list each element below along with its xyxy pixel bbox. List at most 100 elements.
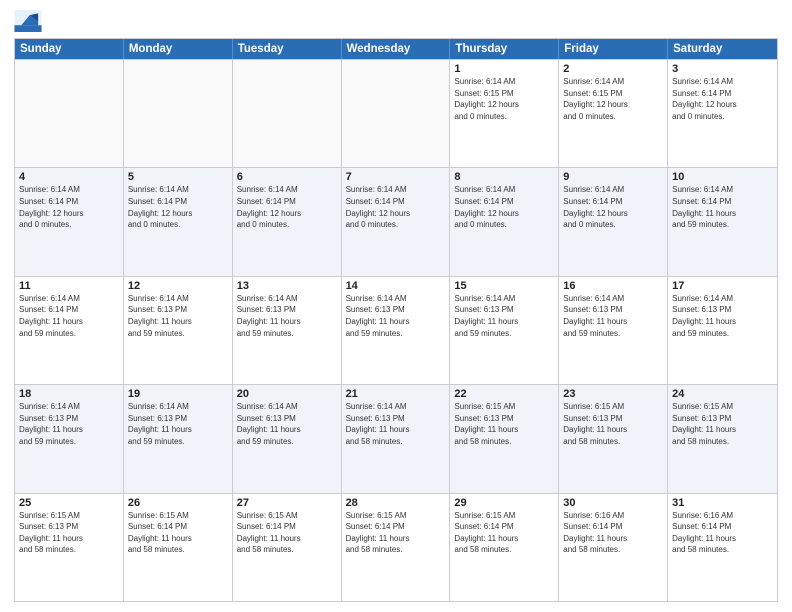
day-number: 10 xyxy=(672,171,773,183)
day-header-saturday: Saturday xyxy=(668,39,777,59)
day-info: Sunrise: 6:15 AM Sunset: 6:13 PM Dayligh… xyxy=(672,401,773,447)
day-header-sunday: Sunday xyxy=(15,39,124,59)
day-number: 26 xyxy=(128,497,228,509)
cal-cell: 16Sunrise: 6:14 AM Sunset: 6:13 PM Dayli… xyxy=(559,277,668,384)
day-number: 30 xyxy=(563,497,663,509)
day-info: Sunrise: 6:15 AM Sunset: 6:14 PM Dayligh… xyxy=(128,510,228,556)
day-info: Sunrise: 6:14 AM Sunset: 6:13 PM Dayligh… xyxy=(563,293,663,339)
week-row-5: 25Sunrise: 6:15 AM Sunset: 6:13 PM Dayli… xyxy=(15,493,777,601)
day-number: 3 xyxy=(672,63,773,75)
week-row-3: 11Sunrise: 6:14 AM Sunset: 6:14 PM Dayli… xyxy=(15,276,777,384)
day-info: Sunrise: 6:14 AM Sunset: 6:13 PM Dayligh… xyxy=(346,293,446,339)
cal-cell: 25Sunrise: 6:15 AM Sunset: 6:13 PM Dayli… xyxy=(15,494,124,601)
day-number: 13 xyxy=(237,280,337,292)
day-header-friday: Friday xyxy=(559,39,668,59)
day-number: 8 xyxy=(454,171,554,183)
day-info: Sunrise: 6:14 AM Sunset: 6:14 PM Dayligh… xyxy=(563,184,663,230)
cal-cell: 28Sunrise: 6:15 AM Sunset: 6:14 PM Dayli… xyxy=(342,494,451,601)
day-info: Sunrise: 6:15 AM Sunset: 6:13 PM Dayligh… xyxy=(19,510,119,556)
day-info: Sunrise: 6:15 AM Sunset: 6:14 PM Dayligh… xyxy=(346,510,446,556)
day-info: Sunrise: 6:14 AM Sunset: 6:14 PM Dayligh… xyxy=(19,293,119,339)
cal-cell: 30Sunrise: 6:16 AM Sunset: 6:14 PM Dayli… xyxy=(559,494,668,601)
day-number: 23 xyxy=(563,388,663,400)
cal-cell: 24Sunrise: 6:15 AM Sunset: 6:13 PM Dayli… xyxy=(668,385,777,492)
day-info: Sunrise: 6:14 AM Sunset: 6:13 PM Dayligh… xyxy=(237,401,337,447)
cal-cell xyxy=(342,60,451,167)
day-number: 31 xyxy=(672,497,773,509)
day-number: 22 xyxy=(454,388,554,400)
day-info: Sunrise: 6:14 AM Sunset: 6:13 PM Dayligh… xyxy=(128,401,228,447)
day-number: 5 xyxy=(128,171,228,183)
day-info: Sunrise: 6:14 AM Sunset: 6:15 PM Dayligh… xyxy=(454,76,554,122)
day-number: 24 xyxy=(672,388,773,400)
day-number: 1 xyxy=(454,63,554,75)
day-number: 25 xyxy=(19,497,119,509)
cal-cell: 22Sunrise: 6:15 AM Sunset: 6:13 PM Dayli… xyxy=(450,385,559,492)
cal-cell: 26Sunrise: 6:15 AM Sunset: 6:14 PM Dayli… xyxy=(124,494,233,601)
day-number: 29 xyxy=(454,497,554,509)
cal-cell: 13Sunrise: 6:14 AM Sunset: 6:13 PM Dayli… xyxy=(233,277,342,384)
day-info: Sunrise: 6:14 AM Sunset: 6:14 PM Dayligh… xyxy=(128,184,228,230)
day-number: 15 xyxy=(454,280,554,292)
logo xyxy=(14,10,46,32)
cal-cell: 14Sunrise: 6:14 AM Sunset: 6:13 PM Dayli… xyxy=(342,277,451,384)
cal-cell xyxy=(15,60,124,167)
day-info: Sunrise: 6:14 AM Sunset: 6:14 PM Dayligh… xyxy=(346,184,446,230)
day-header-thursday: Thursday xyxy=(450,39,559,59)
cal-cell: 27Sunrise: 6:15 AM Sunset: 6:14 PM Dayli… xyxy=(233,494,342,601)
cal-cell: 3Sunrise: 6:14 AM Sunset: 6:14 PM Daylig… xyxy=(668,60,777,167)
day-number: 12 xyxy=(128,280,228,292)
cal-cell: 6Sunrise: 6:14 AM Sunset: 6:14 PM Daylig… xyxy=(233,168,342,275)
day-info: Sunrise: 6:14 AM Sunset: 6:14 PM Dayligh… xyxy=(672,76,773,122)
logo-icon xyxy=(14,10,42,32)
day-number: 2 xyxy=(563,63,663,75)
cal-cell: 10Sunrise: 6:14 AM Sunset: 6:14 PM Dayli… xyxy=(668,168,777,275)
cal-cell: 17Sunrise: 6:14 AM Sunset: 6:13 PM Dayli… xyxy=(668,277,777,384)
day-info: Sunrise: 6:14 AM Sunset: 6:14 PM Dayligh… xyxy=(454,184,554,230)
page: SundayMondayTuesdayWednesdayThursdayFrid… xyxy=(0,0,792,612)
day-info: Sunrise: 6:15 AM Sunset: 6:14 PM Dayligh… xyxy=(454,510,554,556)
day-number: 4 xyxy=(19,171,119,183)
day-number: 11 xyxy=(19,280,119,292)
day-number: 19 xyxy=(128,388,228,400)
week-row-2: 4Sunrise: 6:14 AM Sunset: 6:14 PM Daylig… xyxy=(15,167,777,275)
day-info: Sunrise: 6:14 AM Sunset: 6:13 PM Dayligh… xyxy=(19,401,119,447)
cal-cell: 19Sunrise: 6:14 AM Sunset: 6:13 PM Dayli… xyxy=(124,385,233,492)
cal-cell: 2Sunrise: 6:14 AM Sunset: 6:15 PM Daylig… xyxy=(559,60,668,167)
cal-cell: 29Sunrise: 6:15 AM Sunset: 6:14 PM Dayli… xyxy=(450,494,559,601)
day-number: 21 xyxy=(346,388,446,400)
cal-cell: 8Sunrise: 6:14 AM Sunset: 6:14 PM Daylig… xyxy=(450,168,559,275)
day-info: Sunrise: 6:14 AM Sunset: 6:13 PM Dayligh… xyxy=(346,401,446,447)
day-info: Sunrise: 6:14 AM Sunset: 6:14 PM Dayligh… xyxy=(19,184,119,230)
day-info: Sunrise: 6:14 AM Sunset: 6:13 PM Dayligh… xyxy=(454,293,554,339)
cal-cell: 18Sunrise: 6:14 AM Sunset: 6:13 PM Dayli… xyxy=(15,385,124,492)
day-number: 27 xyxy=(237,497,337,509)
week-row-4: 18Sunrise: 6:14 AM Sunset: 6:13 PM Dayli… xyxy=(15,384,777,492)
day-info: Sunrise: 6:15 AM Sunset: 6:13 PM Dayligh… xyxy=(454,401,554,447)
cal-cell: 31Sunrise: 6:16 AM Sunset: 6:14 PM Dayli… xyxy=(668,494,777,601)
day-number: 17 xyxy=(672,280,773,292)
cal-cell xyxy=(233,60,342,167)
day-info: Sunrise: 6:14 AM Sunset: 6:13 PM Dayligh… xyxy=(128,293,228,339)
day-info: Sunrise: 6:14 AM Sunset: 6:14 PM Dayligh… xyxy=(672,184,773,230)
day-info: Sunrise: 6:14 AM Sunset: 6:13 PM Dayligh… xyxy=(672,293,773,339)
day-number: 16 xyxy=(563,280,663,292)
calendar-body: 1Sunrise: 6:14 AM Sunset: 6:15 PM Daylig… xyxy=(15,59,777,601)
header xyxy=(14,10,778,32)
day-info: Sunrise: 6:14 AM Sunset: 6:15 PM Dayligh… xyxy=(563,76,663,122)
cal-cell xyxy=(124,60,233,167)
cal-cell: 7Sunrise: 6:14 AM Sunset: 6:14 PM Daylig… xyxy=(342,168,451,275)
cal-cell: 20Sunrise: 6:14 AM Sunset: 6:13 PM Dayli… xyxy=(233,385,342,492)
day-info: Sunrise: 6:16 AM Sunset: 6:14 PM Dayligh… xyxy=(563,510,663,556)
day-number: 14 xyxy=(346,280,446,292)
cal-cell: 12Sunrise: 6:14 AM Sunset: 6:13 PM Dayli… xyxy=(124,277,233,384)
cal-cell: 4Sunrise: 6:14 AM Sunset: 6:14 PM Daylig… xyxy=(15,168,124,275)
cal-cell: 11Sunrise: 6:14 AM Sunset: 6:14 PM Dayli… xyxy=(15,277,124,384)
cal-cell: 21Sunrise: 6:14 AM Sunset: 6:13 PM Dayli… xyxy=(342,385,451,492)
day-number: 18 xyxy=(19,388,119,400)
day-header-tuesday: Tuesday xyxy=(233,39,342,59)
cal-cell: 5Sunrise: 6:14 AM Sunset: 6:14 PM Daylig… xyxy=(124,168,233,275)
day-info: Sunrise: 6:15 AM Sunset: 6:14 PM Dayligh… xyxy=(237,510,337,556)
day-number: 7 xyxy=(346,171,446,183)
calendar-header: SundayMondayTuesdayWednesdayThursdayFrid… xyxy=(15,39,777,59)
